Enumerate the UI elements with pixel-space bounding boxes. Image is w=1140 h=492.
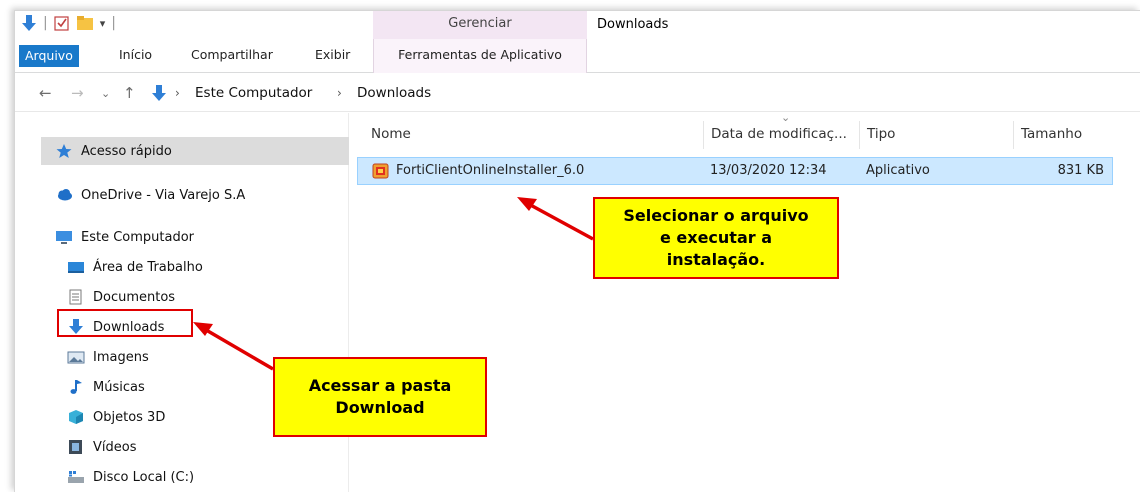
annotation-arrows	[193, 197, 594, 371]
explorer-window: | ▾ | Gerenciar Downloads Arquivo Início…	[14, 10, 1140, 492]
arrow-to-file	[517, 197, 594, 241]
callout-line: instalação.	[666, 250, 766, 269]
arrow-to-downloads	[193, 322, 274, 371]
callout-line: e executar a	[659, 228, 773, 247]
callout-line: Acessar a pasta	[308, 376, 452, 395]
callout-line: Download	[335, 398, 425, 417]
callout-open-folder: Acessar a pasta Download	[273, 357, 487, 437]
callout-line: Selecionar o arquivo	[623, 206, 809, 225]
callout-select-file: Selecionar o arquivo e executar a instal…	[593, 197, 839, 279]
